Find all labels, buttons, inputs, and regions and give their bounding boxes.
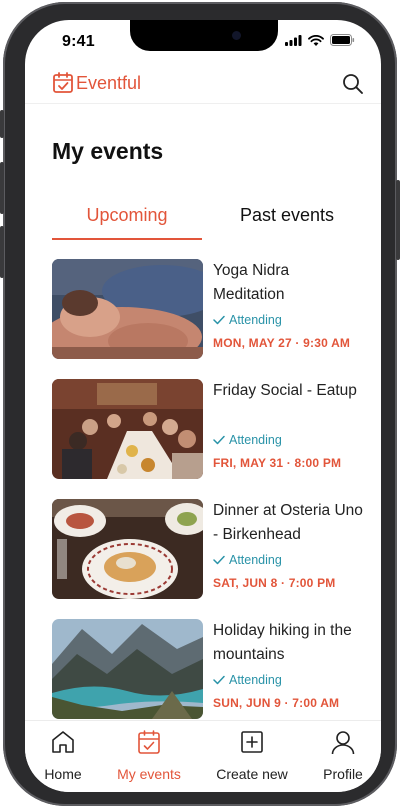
- event-card[interactable]: Friday Social - Eatup Attending FRI, MAY…: [52, 379, 362, 479]
- user-icon: [331, 731, 355, 755]
- checkmark-icon: [213, 435, 225, 445]
- attending-label: Attending: [229, 433, 282, 447]
- event-card[interactable]: Holiday hiking in the mountains Attendin…: [52, 619, 362, 719]
- search-button[interactable]: [341, 72, 365, 96]
- volume-up-button: [0, 162, 4, 214]
- power-button: [396, 180, 400, 260]
- event-info: Holiday hiking in the mountains Attendin…: [213, 619, 363, 710]
- event-image: [52, 259, 203, 359]
- event-title: Dinner at Osteria Uno - Birkenhead: [213, 502, 363, 543]
- event-info: Friday Social - Eatup Attending FRI, MAY…: [213, 379, 363, 470]
- checkmark-icon: [213, 555, 225, 565]
- tab-upcoming[interactable]: Upcoming: [52, 200, 202, 240]
- food-table-photo: [52, 499, 203, 599]
- event-info: Dinner at Osteria Uno - Birkenhead Atten…: [213, 499, 363, 590]
- app-header: Eventful: [25, 68, 381, 104]
- phone-frame: 9:41 Eventful My events Upcoming Past ev…: [0, 2, 400, 806]
- search-icon: [343, 74, 363, 94]
- event-image: [52, 499, 203, 599]
- event-tabs: Upcoming Past events: [52, 200, 354, 240]
- home-icon: [52, 731, 74, 753]
- attending-label: Attending: [229, 553, 282, 567]
- brand-logo[interactable]: Eventful: [53, 72, 141, 94]
- nav-home-label: Home: [44, 766, 82, 782]
- mute-switch: [0, 110, 4, 138]
- screen: 9:41 Eventful My events Upcoming Past ev…: [25, 20, 381, 792]
- event-image: [52, 379, 203, 479]
- checkmark-icon: [213, 315, 225, 325]
- event-card[interactable]: Yoga Nidra Meditation Attending MON, MAY…: [52, 259, 362, 359]
- attending-status: Attending: [213, 433, 363, 447]
- calendar-check-icon: [53, 72, 73, 93]
- battery-icon: [330, 34, 355, 46]
- yoga-photo: [52, 259, 203, 359]
- event-date: MON, MAY 27 · 9:30 AM: [213, 336, 351, 350]
- brand-name: Eventful: [76, 72, 142, 93]
- page-title: My events: [52, 138, 164, 164]
- nav-profile-label: Profile: [323, 766, 363, 782]
- event-date: SUN, JUN 9 · 7:00 AM: [213, 696, 340, 710]
- nav-create-new[interactable]: Create new: [207, 727, 297, 783]
- event-title: Holiday hiking in the mountains: [213, 622, 352, 663]
- cellular-signal-icon: [285, 34, 302, 46]
- attending-label: Attending: [229, 313, 282, 327]
- status-time: 9:41: [62, 33, 95, 50]
- attending-status: Attending: [213, 553, 363, 567]
- attending-status: Attending: [213, 673, 363, 687]
- attending-label: Attending: [229, 673, 282, 687]
- plus-square-icon: [241, 731, 263, 753]
- event-card[interactable]: Dinner at Osteria Uno - Birkenhead Atten…: [52, 499, 363, 599]
- nav-home[interactable]: Home: [33, 727, 93, 783]
- attending-status: Attending: [213, 313, 363, 327]
- event-title: Yoga Nidra Meditation: [213, 262, 290, 303]
- calendar-check-icon: [138, 730, 160, 754]
- wifi-icon: [308, 34, 324, 46]
- nav-my-events-label: My events: [117, 766, 181, 782]
- nav-create-new-label: Create new: [216, 766, 288, 782]
- nav-my-events[interactable]: My events: [107, 727, 191, 783]
- notch: [130, 20, 278, 51]
- nav-profile[interactable]: Profile: [313, 727, 373, 783]
- volume-down-button: [0, 226, 4, 278]
- event-info: Yoga Nidra Meditation Attending MON, MAY…: [213, 259, 363, 350]
- event-date: FRI, MAY 31 · 8:00 PM: [213, 456, 342, 470]
- status-icons: [285, 34, 355, 46]
- front-camera: [232, 31, 241, 40]
- bottom-navigation: Home My events Create new Profile: [25, 720, 381, 792]
- mountain-lake-photo: [52, 619, 203, 719]
- event-date: SAT, JUN 8 · 7:00 PM: [213, 576, 336, 590]
- event-image: [52, 619, 203, 719]
- dinner-group-photo: [52, 379, 203, 479]
- checkmark-icon: [213, 675, 225, 685]
- tab-past-events[interactable]: Past events: [212, 200, 362, 240]
- event-title: Friday Social - Eatup: [213, 382, 357, 399]
